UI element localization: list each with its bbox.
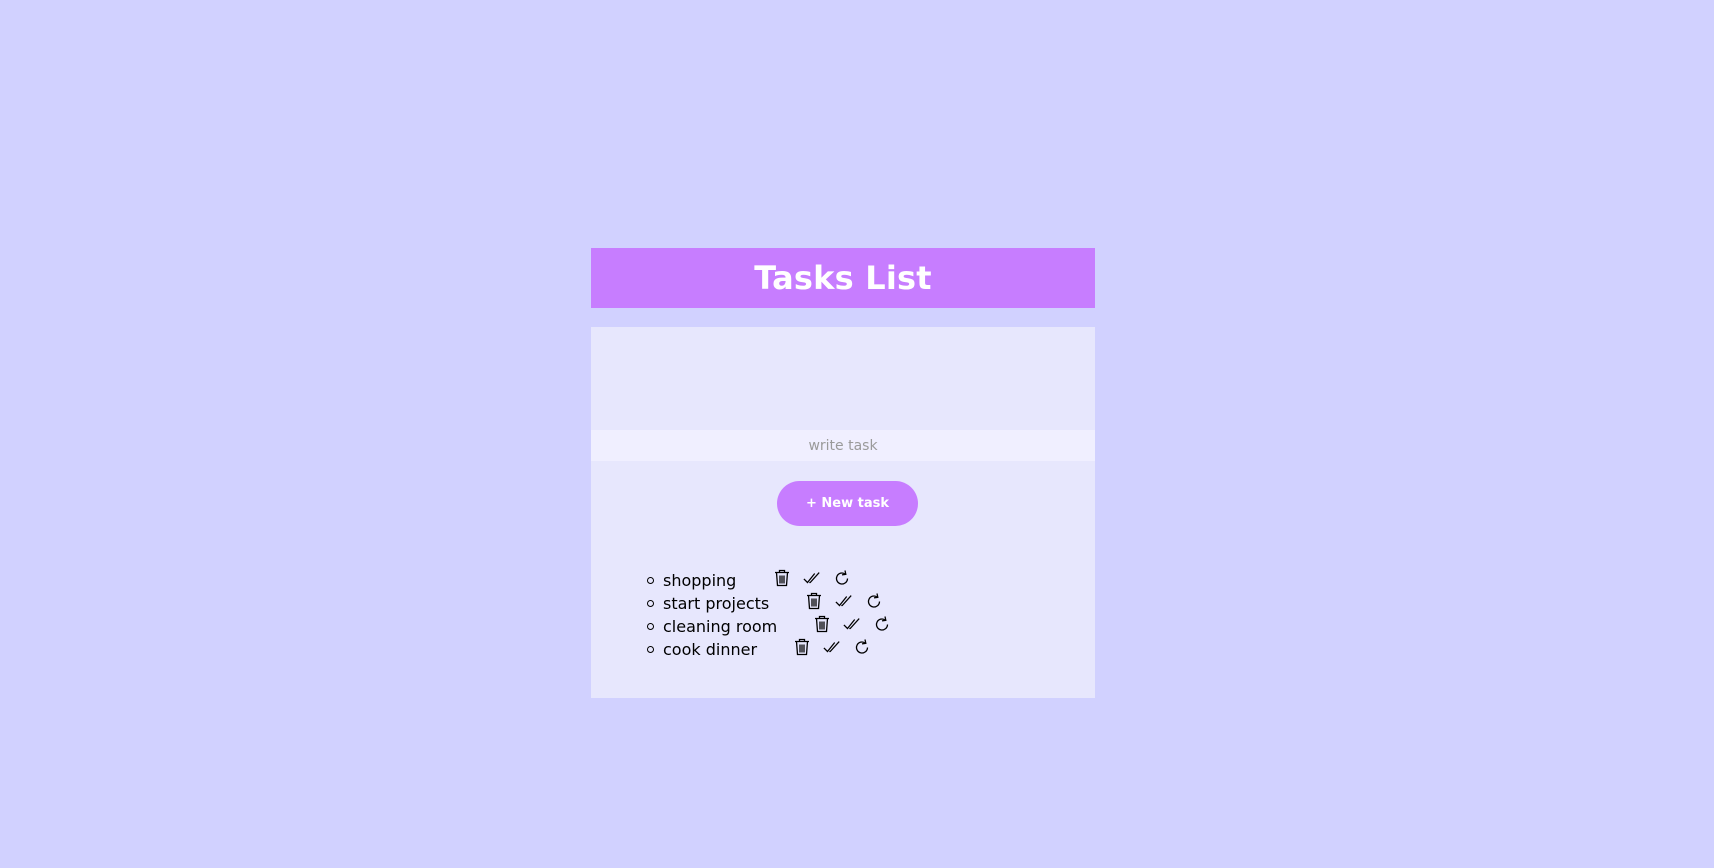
refresh-icon[interactable] [873, 615, 891, 633]
tasks-app: Tasks List + New task shopping [591, 248, 1095, 698]
new-task-button[interactable]: + New task [777, 481, 918, 526]
task-input[interactable] [591, 430, 1095, 461]
task-actions [805, 592, 883, 610]
refresh-icon[interactable] [853, 638, 871, 656]
bullet-icon [647, 600, 654, 607]
refresh-icon[interactable] [833, 569, 851, 587]
task-label: cleaning room [663, 617, 778, 636]
refresh-icon[interactable] [865, 592, 883, 610]
double-check-icon[interactable] [835, 592, 853, 610]
task-actions [773, 569, 851, 587]
task-item: start projects [647, 592, 891, 615]
double-check-icon[interactable] [843, 615, 861, 633]
task-label: start projects [663, 594, 770, 613]
tasks-panel: + New task shopping [591, 327, 1095, 698]
bullet-icon [647, 577, 654, 584]
trash-icon[interactable] [813, 615, 831, 633]
double-check-icon[interactable] [803, 569, 821, 587]
trash-icon[interactable] [805, 592, 823, 610]
task-list: shopping start projects cleaning room co… [591, 569, 891, 661]
double-check-icon[interactable] [823, 638, 841, 656]
header: Tasks List [591, 248, 1095, 308]
task-item: cleaning room [647, 615, 891, 638]
task-item: cook dinner [647, 638, 891, 661]
trash-icon[interactable] [793, 638, 811, 656]
bullet-icon [647, 623, 654, 630]
bullet-icon [647, 646, 654, 653]
task-label: shopping [663, 571, 737, 590]
task-actions [793, 638, 871, 656]
trash-icon[interactable] [773, 569, 791, 587]
page-title: Tasks List [754, 259, 932, 297]
task-label: cook dinner [663, 640, 758, 659]
task-actions [813, 615, 891, 633]
task-item: shopping [647, 569, 891, 592]
